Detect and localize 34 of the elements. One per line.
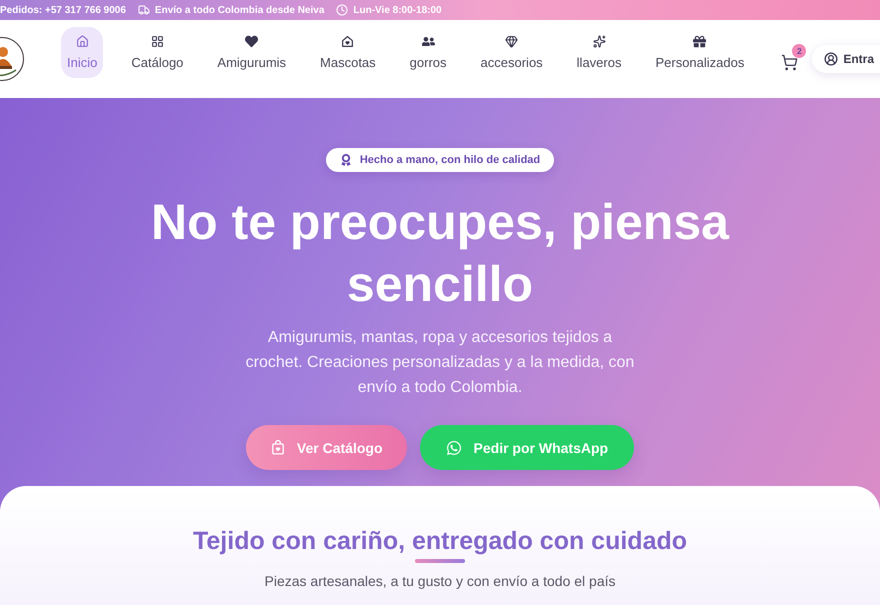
nav-item[interactable]: Mascotas: [314, 26, 382, 78]
people-icon: [422, 34, 435, 48]
nav-item[interactable]: accesorios: [474, 26, 549, 78]
diamond-icon: [505, 34, 518, 48]
home-icon: [76, 34, 89, 48]
house-heart-icon: [341, 34, 354, 48]
section-title: Tejido con cariño, entregado con cuidado: [192, 526, 688, 557]
nav-item[interactable]: Amigurumis: [211, 26, 292, 78]
sparkles-icon: [592, 34, 606, 48]
whatsapp-icon: [446, 440, 462, 456]
clock-icon: [336, 4, 348, 16]
award-icon: [340, 154, 352, 166]
nav-item[interactable]: Catálogo: [125, 26, 190, 78]
gift-icon: [693, 34, 706, 48]
info-text: Pedidos: +57 317 766 9006: [0, 4, 126, 16]
badge-text: Hecho a mano, con hilo de calidad: [360, 154, 540, 166]
nav-item[interactable]: llaveros: [570, 26, 628, 78]
login-button[interactable]: Entra: [812, 45, 880, 73]
section-subtitle: Piezas artesanales, a tu gusto y con envío a todo el país: [264, 572, 616, 591]
info-text: Envío a todo Colombia desde Neiva: [154, 4, 324, 16]
truck-icon: [138, 4, 150, 16]
heart-icon: [245, 34, 258, 48]
cart-count-badge: 2: [792, 44, 806, 58]
hero-title: No te preocupes, piensa sencillo: [150, 193, 730, 314]
nav-item[interactable]: gorros: [404, 26, 453, 78]
user-icon: [824, 52, 838, 66]
nav-item[interactable]: Personalizados: [649, 26, 750, 78]
nav-item[interactable]: Inicio: [61, 26, 104, 78]
cart-icon[interactable]: [781, 54, 798, 70]
hero-description: Amigurumis, mantas, ropa y accesorios tejidos a crochet. Creaciones personalizadas y a la medida, con envío a todo Colombia.: [244, 328, 636, 398]
shopping-bag-icon: [270, 440, 285, 455]
grid-icon: [150, 34, 164, 48]
info-text: Lun-Vie 8:00-18:00: [353, 4, 442, 16]
title-underline: [415, 559, 465, 563]
